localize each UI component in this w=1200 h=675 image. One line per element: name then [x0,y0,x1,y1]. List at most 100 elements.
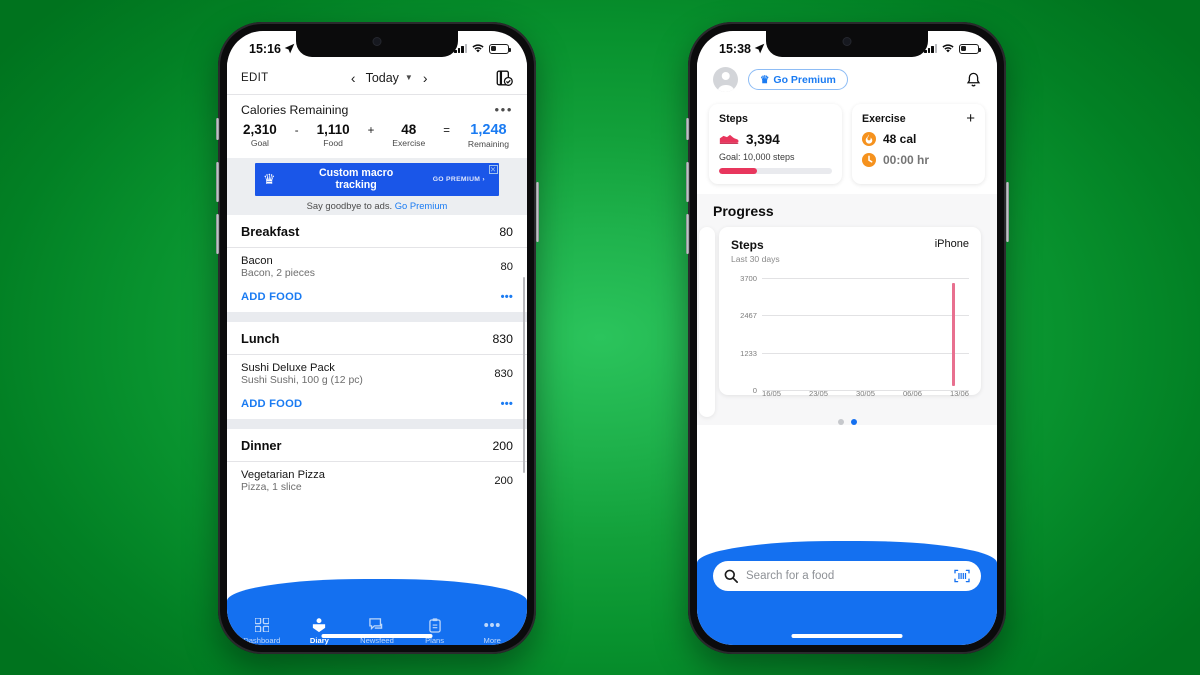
chart-gridline-rule [762,352,969,354]
tab-dashboard[interactable]: Dashboard [233,617,291,645]
phone-left-diary: 15:16 EDIT ‹ Today ▼ › Calories Remainin… [215,22,539,654]
close-icon[interactable]: ✕ [488,164,498,174]
carousel-dot[interactable] [850,419,857,425]
clock-icon [862,153,876,167]
remaining-label: Remaining [467,139,509,149]
search-input[interactable]: Search for a food [746,570,946,582]
diary-nav-bar: EDIT ‹ Today ▼ › [227,61,527,95]
carousel-pager [697,419,997,425]
remaining-value: 1,248 [470,122,507,138]
ad-headline-line2: tracking [335,178,377,191]
food-item-row[interactable]: Vegetarian Pizza Pizza, 1 slice 200 [227,462,527,501]
wifi-icon [472,44,484,53]
clipboard-icon [406,617,464,633]
chart-carousel: Steps Last 30 days iPhone 16/05 23/05 30/0… [697,227,997,417]
chart-bar [951,283,955,386]
grid-icon [233,617,291,633]
phone-right-dashboard: 15:38 ♛ Go Premium Steps 3,394 Goal: 10,… [685,22,1009,654]
volume-down-button[interactable] [685,214,689,254]
bell-icon[interactable] [966,72,981,88]
meal-header[interactable]: Lunch 830 [227,322,527,355]
add-food-row: ADD FOOD ••• [227,287,527,312]
plus-icon[interactable]: + [966,111,975,126]
home-indicator [321,633,433,638]
status-time: 15:38 [719,41,751,56]
notch [296,31,458,57]
scrollbar[interactable] [522,277,525,473]
tab-more[interactable]: More [463,617,521,645]
exercise-duration-value: 00:00 hr [883,153,930,167]
more-horizontal-icon[interactable]: ••• [501,291,513,302]
meal-name: Breakfast [241,224,300,239]
battery-icon [959,43,982,54]
tab-plans[interactable]: Plans [406,617,464,645]
running-shoe-icon [719,134,739,144]
more-horizontal-icon[interactable]: ••• [501,398,513,409]
add-food-row: ADD FOOD ••• [227,394,527,419]
caret-down-icon[interactable]: ▼ [405,73,413,82]
chevron-left-icon[interactable]: ‹ [351,71,356,85]
notch [766,31,928,57]
wifi-icon [942,44,954,53]
tab-diary[interactable]: Diary [291,617,349,645]
phone-screen: 15:16 EDIT ‹ Today ▼ › Calories Remainin… [227,31,527,645]
ad-container: ♛ Custom macro tracking GO PREMIUM › ✕ S… [227,158,527,215]
chart-gridline: 0 [731,386,969,395]
save-note-icon[interactable] [496,69,513,87]
power-button[interactable] [1005,182,1009,242]
progress-heading: Progress [713,203,774,219]
meal-section-breakfast: Breakfast 80 Bacon Bacon, 2 pieces 80 AD… [227,215,527,312]
food-calories: 830 [494,368,513,380]
food-name: Bacon [241,255,273,267]
goal-label: Goal [250,138,269,148]
chart-gridline-rule [762,390,969,391]
carousel-dot[interactable] [837,419,844,425]
current-day-label[interactable]: Today [366,71,399,85]
chart-y-tick-label: 2467 [740,311,757,321]
chevron-right-icon[interactable]: › [423,71,428,85]
meal-section-lunch: Lunch 830 Sushi Deluxe Pack Sushi Sushi,… [227,322,527,419]
barcode-scan-icon[interactable] [954,569,970,583]
premium-ad-banner[interactable]: ♛ Custom macro tracking GO PREMIUM › ✕ [255,163,499,196]
edit-button[interactable]: EDIT [241,72,268,84]
mute-switch[interactable] [215,118,219,140]
food-item-row[interactable]: Sushi Deluxe Pack Sushi Sushi, 100 g (12… [227,355,527,394]
exercise-value: 48 [401,122,417,137]
power-button[interactable] [535,182,539,242]
food-item-row[interactable]: Bacon Bacon, 2 pieces 80 [227,248,527,287]
operator-minus: - [294,125,299,137]
chart-source-label: iPhone [934,238,969,250]
steps-card[interactable]: Steps 3,394 Goal: 10,000 steps [709,104,842,184]
food-value: 1,110 [316,122,350,137]
section-divider [227,312,527,322]
volume-up-button[interactable] [685,162,689,202]
add-food-button[interactable]: ADD FOOD [241,398,302,410]
dashboard-header: ♛ Go Premium [697,61,997,102]
ad-sub-link[interactable]: Go Premium [395,200,448,211]
steps-chart-card[interactable]: Steps Last 30 days iPhone 16/05 23/05 30/0… [719,227,981,398]
volume-down-button[interactable] [215,214,219,254]
section-divider [227,419,527,429]
chart-plot-area: 16/05 23/05 30/05 06/06 13/06 3700 2467 1233 0 [731,274,969,398]
meal-header[interactable]: Breakfast 80 [227,215,527,248]
chart-gridline: 1233 [731,349,969,358]
meal-calories: 80 [499,224,513,239]
tab-newsfeed[interactable]: Newsfeed [348,617,406,645]
status-time: 15:16 [249,41,281,56]
exercise-card[interactable]: Exercise + 48 cal 00:00 hr [852,104,985,184]
mute-switch[interactable] [685,118,689,140]
volume-up-button[interactable] [215,162,219,202]
food-name: Sushi Deluxe Pack [241,362,335,374]
meal-header[interactable]: Dinner 200 [227,429,527,462]
location-arrow-icon [754,43,765,54]
meal-section-dinner: Dinner 200 Vegetarian Pizza Pizza, 1 sli… [227,429,527,501]
more-horizontal-icon[interactable]: ••• [495,103,513,116]
go-premium-button[interactable]: ♛ Go Premium [748,69,848,90]
avatar[interactable] [713,67,738,92]
add-food-button[interactable]: ADD FOOD [241,291,302,303]
meal-name: Lunch [241,331,280,346]
chart-card-peek[interactable] [699,227,715,417]
ad-cta-label[interactable]: GO PREMIUM › [433,176,485,183]
food-search-bar[interactable]: Search for a food [713,561,981,591]
operator-equals: = [443,125,450,137]
